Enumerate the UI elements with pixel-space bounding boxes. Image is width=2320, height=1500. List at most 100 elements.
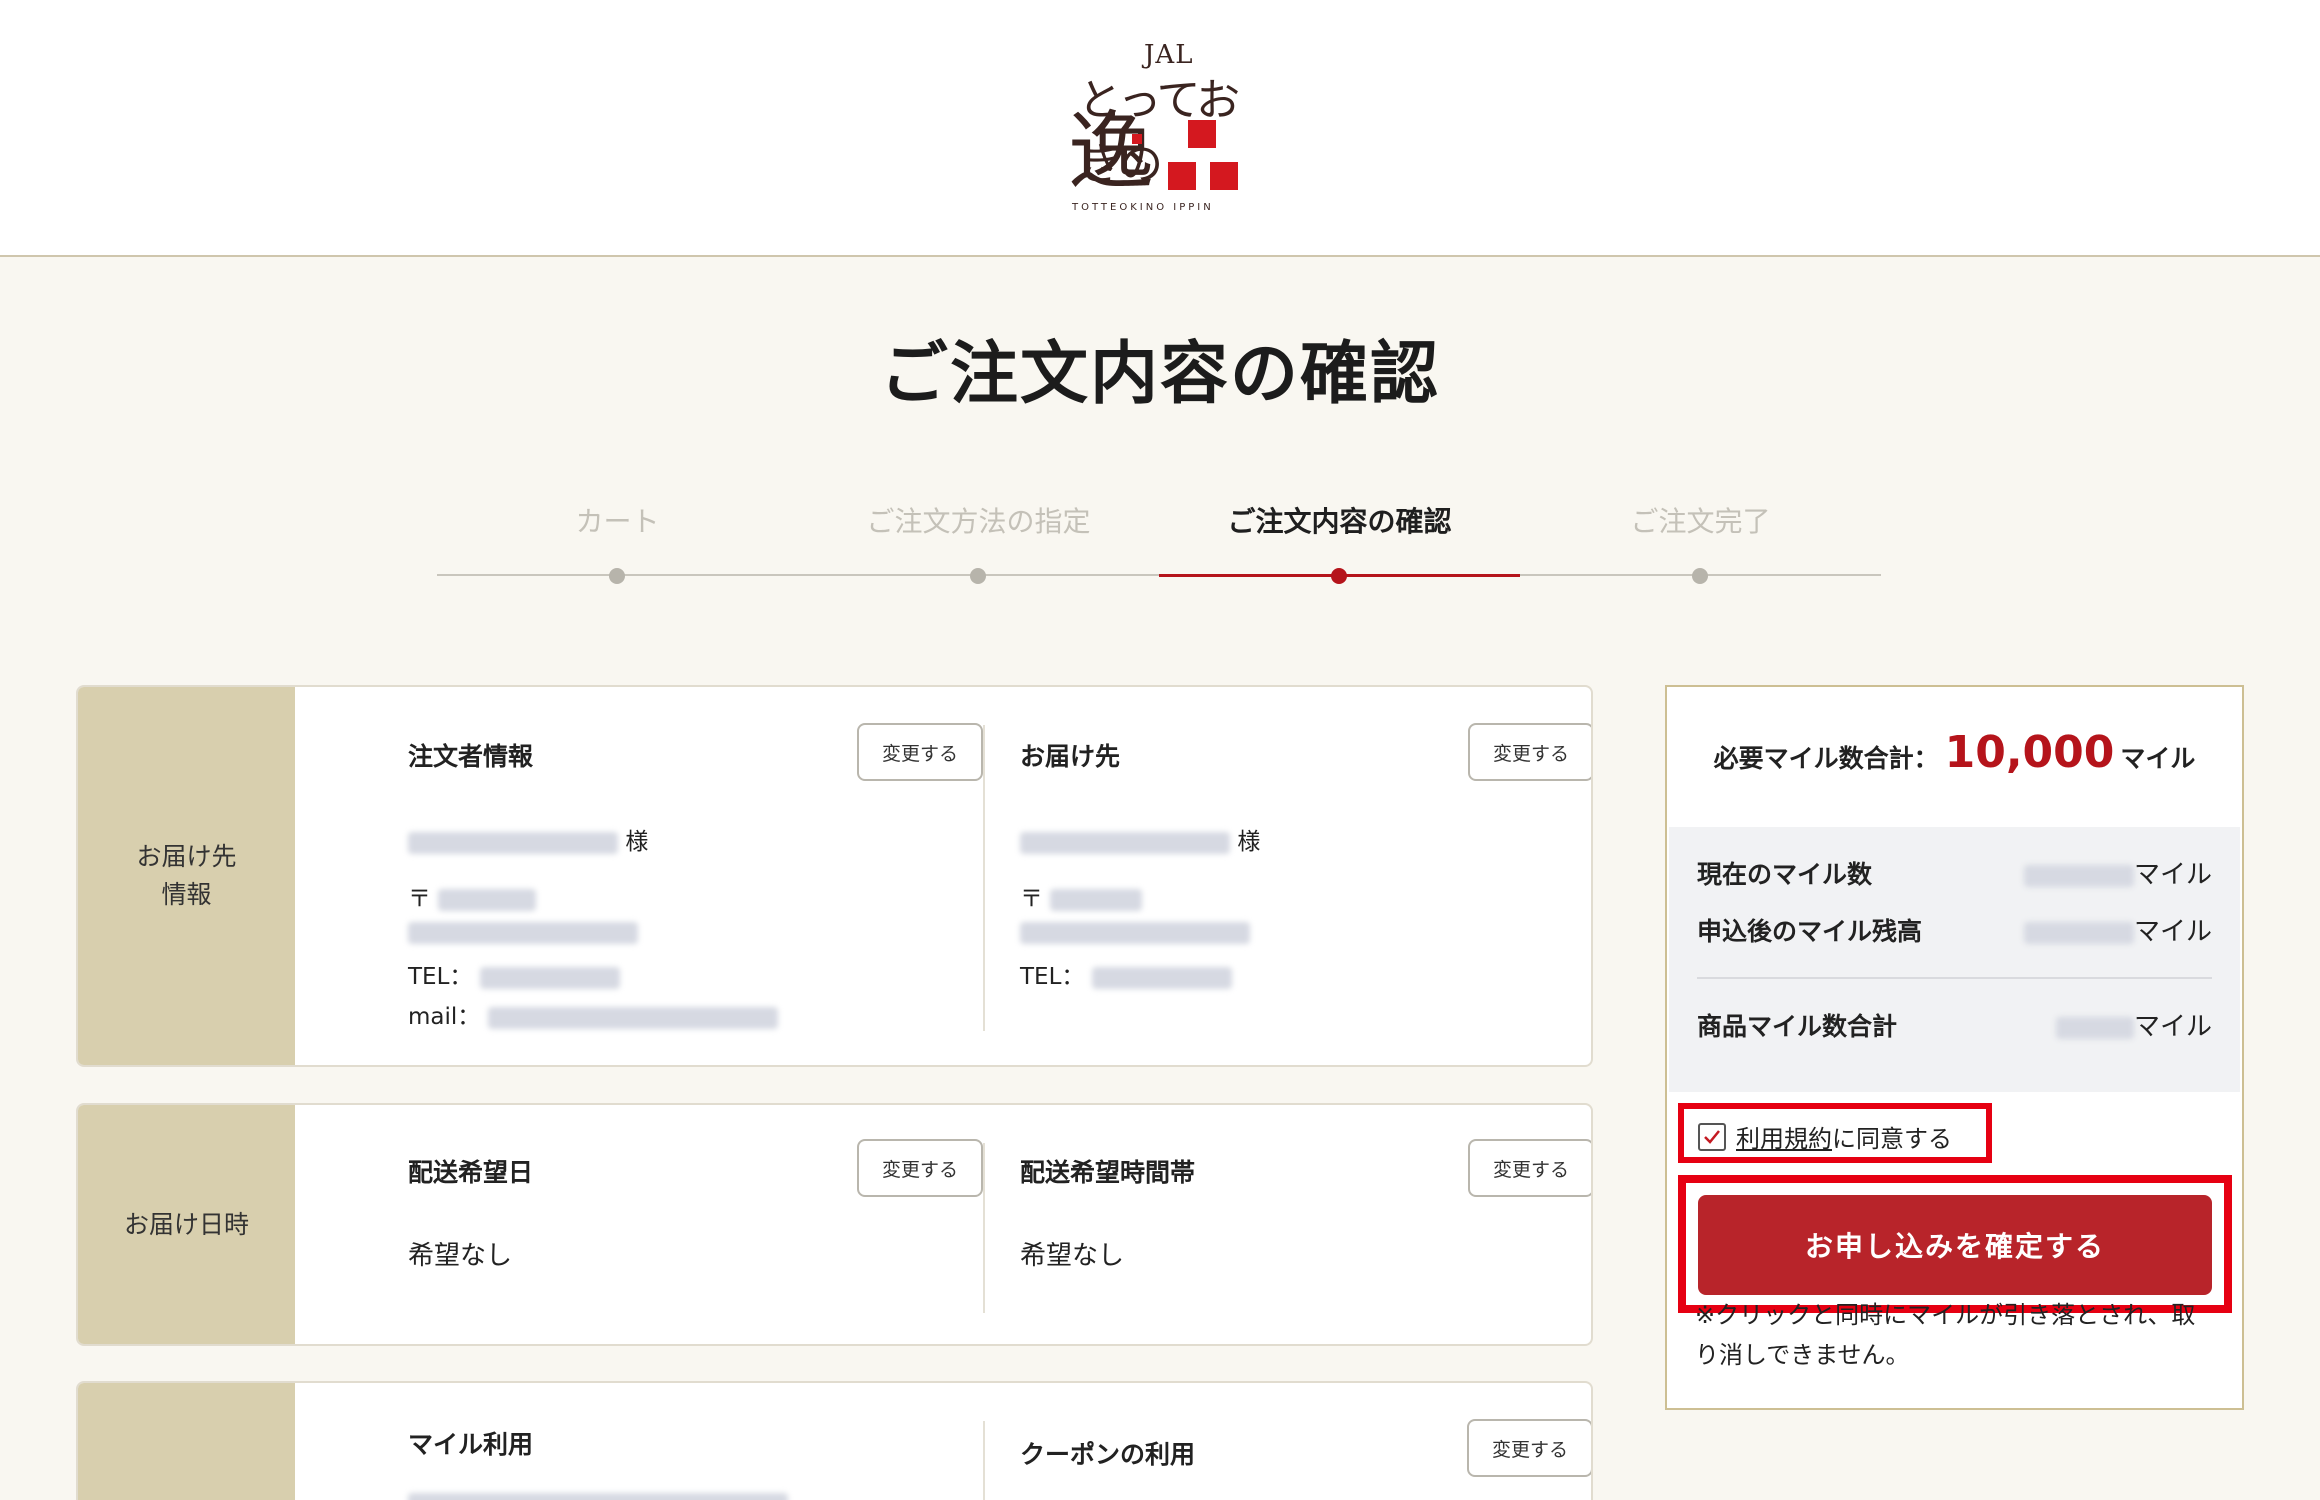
step-cart: カート: [437, 500, 798, 584]
step-label: ご注文方法の指定: [866, 505, 1091, 538]
order-progress-stepper: カート ご注文方法の指定 ご注文内容の確認 ご注文完了: [437, 500, 1882, 600]
total-label: 必要マイル数合計：: [1713, 744, 1939, 773]
confirm-button-highlight: お申し込みを確定する: [1678, 1175, 2232, 1313]
redacted-value: [2023, 921, 2134, 944]
row-unit: マイル: [2133, 1012, 2212, 1042]
step-confirm: ご注文内容の確認: [1159, 500, 1520, 584]
honorific: 様: [1237, 829, 1261, 855]
orderer-postal: 〒: [408, 879, 537, 913]
site-logo[interactable]: JAL とっておきの 逸 TOTTEOKINO IPPIN: [1060, 30, 1260, 230]
side-label-line: 情報: [161, 880, 212, 909]
step-label: カート: [575, 505, 660, 538]
step-label: ご注文完了: [1630, 505, 1771, 538]
current-miles-row: 現在のマイル数 マイル: [1697, 855, 2212, 895]
redacted-value: [2023, 864, 2134, 887]
confirm-note: ※クリックと同時にマイルが引き落とされ、取り消しできません。: [1695, 1301, 2196, 1369]
agree-text: に同意する: [1832, 1125, 1952, 1153]
payment-side-label: [78, 1383, 295, 1500]
postal-prefix: 〒: [1020, 886, 1043, 912]
miles-section: マイル利用: [333, 1383, 983, 1500]
delivery-date-section: 配送希望日 変更する 希望なし: [333, 1105, 983, 1344]
step-dot: [609, 568, 625, 584]
change-delivery-date-button[interactable]: 変更する: [857, 1139, 983, 1197]
delivery-time-side-label: お届け日時: [78, 1105, 295, 1344]
row-label: 商品マイル数合計: [1697, 1012, 1898, 1041]
destination-title: お届け先: [1020, 742, 1121, 771]
site-header: JAL とっておきの 逸 TOTTEOKINO IPPIN: [0, 0, 2320, 257]
delivery-date-title: 配送希望日: [408, 1158, 534, 1187]
delivery-slot-value: 希望なし: [1020, 1241, 1125, 1271]
logo-subtitle: TOTTEOKINO IPPIN: [1072, 202, 1214, 213]
miles-balance-text: [408, 1493, 788, 1500]
logo-square: [1188, 120, 1216, 148]
payment-card: マイル利用 クーポンの利用 変更する: [76, 1381, 1593, 1500]
orderer-address: [408, 919, 638, 945]
logo-square: [1168, 162, 1196, 190]
row-value: マイル: [2055, 1007, 2212, 1047]
mail-label: mail：: [408, 1004, 481, 1030]
change-destination-button[interactable]: 変更する: [1468, 723, 1591, 781]
terms-link[interactable]: 利用規約: [1736, 1119, 1832, 1154]
orderer-name: 様: [408, 822, 648, 856]
miles-title: マイル利用: [408, 1430, 534, 1459]
total-unit: マイル: [2120, 744, 2196, 773]
orderer-tel: TEL：: [408, 957, 620, 991]
logo-kanji: 逸: [1068, 102, 1154, 202]
destination-tel: TEL：: [1020, 957, 1232, 991]
step-dot: [1331, 568, 1347, 584]
miles-breakdown: 現在のマイル数 マイル 申込後のマイル残高 マイル 商品マイル数合計 マイル: [1669, 827, 2240, 1092]
terms-agreement-highlight: 利用規約 に同意する: [1678, 1103, 1992, 1163]
destination-name: 様: [1020, 822, 1260, 856]
logo-square: [1210, 162, 1238, 190]
required-miles-total: 必要マイル数合計： 10,000 マイル: [1667, 727, 2242, 778]
destination-section: お届け先 変更する 様 〒 TEL：: [983, 723, 1591, 1031]
change-coupon-button[interactable]: 変更する: [1467, 1419, 1591, 1477]
row-value: マイル: [2023, 855, 2212, 895]
delivery-slot-section: 配送希望時間帯 変更する 希望なし: [983, 1139, 1591, 1313]
redacted-mail: [487, 1006, 778, 1029]
coupon-title: クーポンの利用: [1020, 1440, 1196, 1469]
orderer-mail: mail：: [408, 997, 778, 1031]
redacted-address: [408, 921, 638, 944]
step-dot: [970, 568, 986, 584]
coupon-section: クーポンの利用 変更する: [983, 1419, 1591, 1500]
logo-square: [1132, 134, 1142, 144]
destination-address: [1020, 919, 1250, 945]
redacted-value: [2055, 1016, 2134, 1039]
delivery-date-value: 希望なし: [408, 1241, 513, 1271]
step-order-method: ご注文方法の指定: [798, 500, 1159, 584]
terms-agreement[interactable]: 利用規約 に同意する: [1698, 1119, 1952, 1154]
redacted-tel: [479, 966, 620, 989]
side-label-line: お届け先: [136, 842, 237, 871]
row-value: マイル: [2023, 912, 2212, 952]
orderer-section: 注文者情報 変更する 様 〒 TEL： mail：: [333, 687, 983, 1065]
tel-label: TEL：: [408, 964, 473, 990]
change-delivery-slot-button[interactable]: 変更する: [1468, 1139, 1591, 1197]
orderer-title: 注文者情報: [408, 742, 534, 771]
postal-prefix: 〒: [408, 886, 431, 912]
remaining-miles-row: 申込後のマイル残高 マイル: [1697, 912, 2212, 952]
row-label: 現在のマイル数: [1697, 860, 1873, 889]
row-unit: マイル: [2133, 917, 2212, 947]
redacted-postal: [1050, 888, 1143, 911]
step-dot: [1692, 568, 1708, 584]
delivery-info-card: お届け先 情報 注文者情報 変更する 様 〒 TEL： mail： お届け先 変…: [76, 685, 1593, 1067]
page-title: ご注文内容の確認: [879, 335, 1440, 414]
checkmark-icon: [1704, 1129, 1720, 1144]
row-unit: マイル: [2133, 860, 2212, 890]
step-label: ご注文内容の確認: [1227, 505, 1452, 538]
honorific: 様: [625, 829, 649, 855]
redacted-postal: [438, 888, 537, 911]
terms-checkbox[interactable]: [1698, 1122, 1726, 1151]
delivery-slot-title: 配送希望時間帯: [1020, 1158, 1196, 1187]
redacted-address: [1020, 921, 1250, 944]
confirm-order-button[interactable]: お申し込みを確定する: [1698, 1195, 2212, 1295]
row-label: 申込後のマイル残高: [1697, 917, 1923, 946]
redacted-tel: [1091, 966, 1232, 989]
step-complete: ご注文完了: [1520, 500, 1881, 584]
destination-postal: 〒: [1020, 879, 1143, 913]
divider: [1697, 977, 2212, 979]
change-orderer-button[interactable]: 変更する: [857, 723, 983, 781]
product-miles-row: 商品マイル数合計 マイル: [1697, 1007, 2212, 1047]
delivery-time-card: お届け日時 配送希望日 変更する 希望なし 配送希望時間帯 変更する 希望なし: [76, 1103, 1593, 1346]
